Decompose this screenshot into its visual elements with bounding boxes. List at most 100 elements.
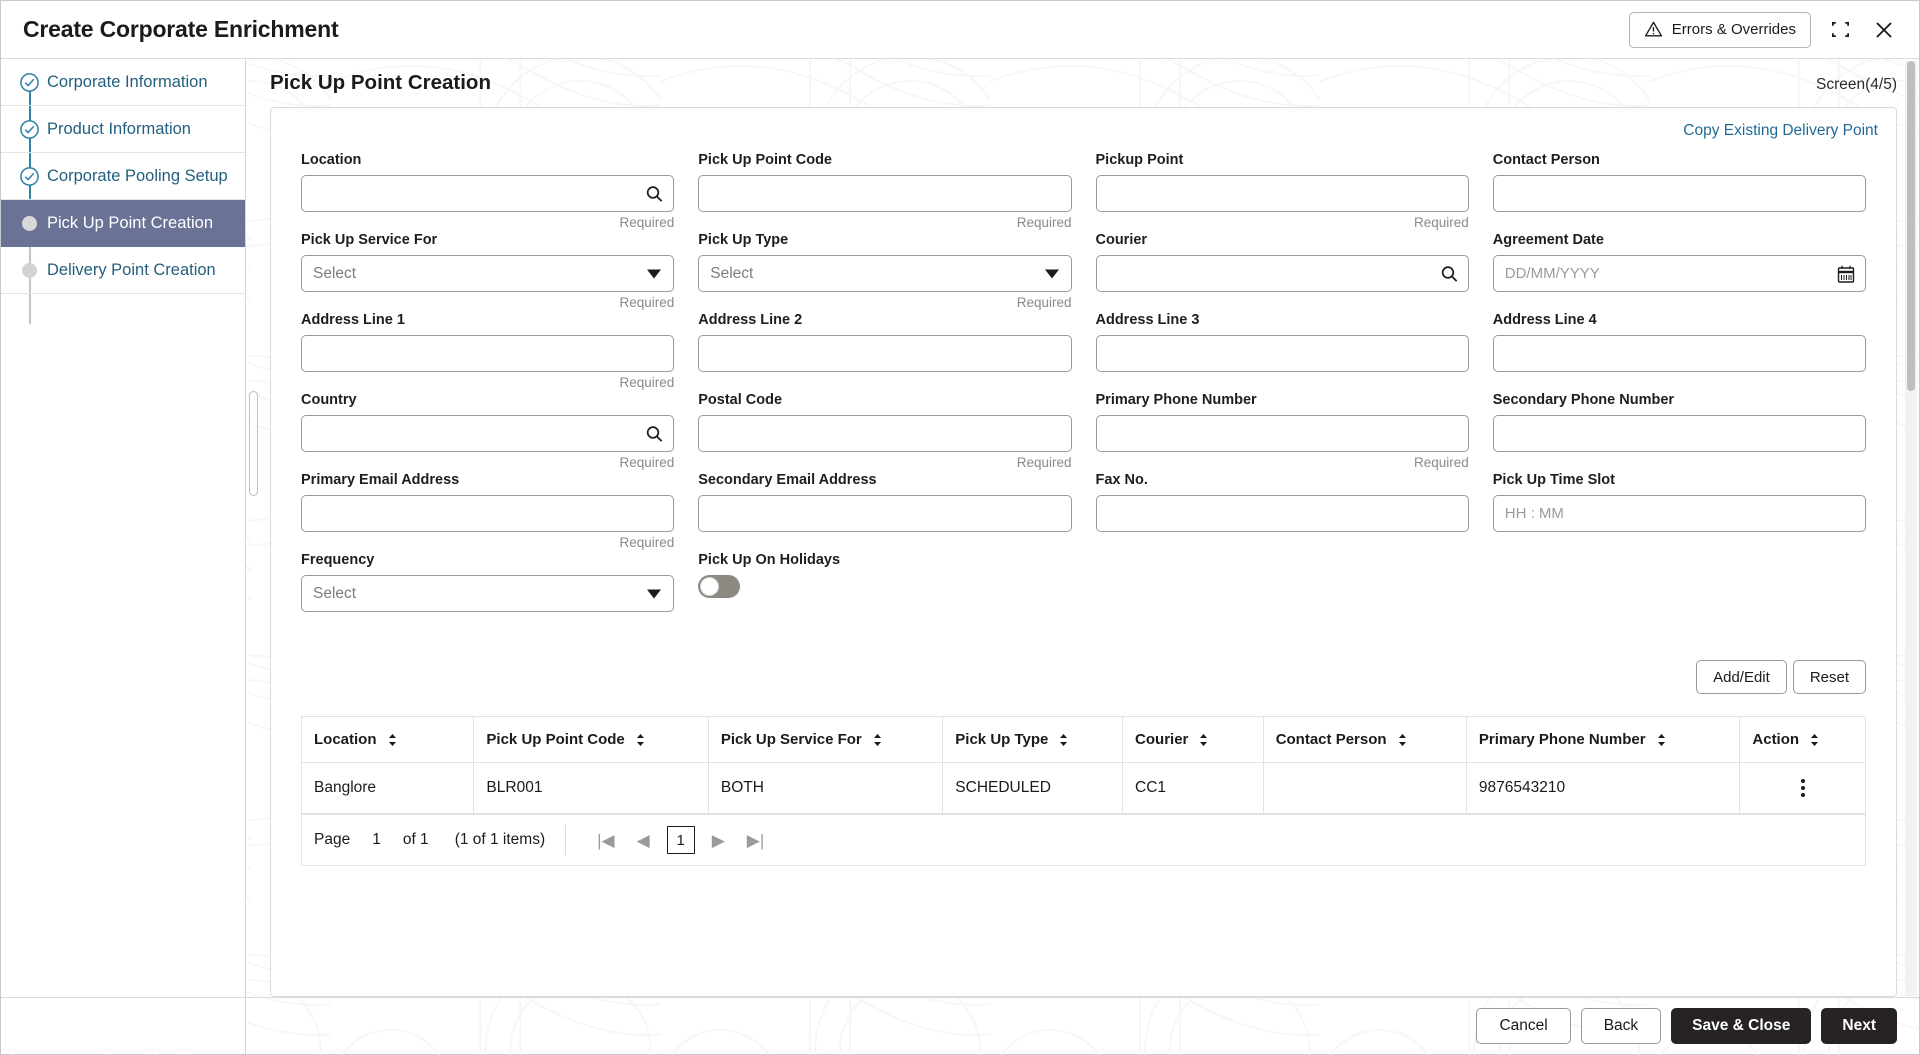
last-page-button[interactable]: ▶| bbox=[736, 832, 776, 849]
save-and-close-button[interactable]: Save & Close bbox=[1671, 1008, 1811, 1044]
sort-icon[interactable] bbox=[1058, 733, 1069, 747]
column-header-location[interactable]: Location bbox=[302, 717, 474, 763]
location-input[interactable] bbox=[302, 176, 673, 211]
contact-person-input[interactable] bbox=[1494, 176, 1865, 211]
sidebar-item-corporate-information[interactable]: Corporate Information bbox=[1, 59, 245, 106]
pick-up-service-for-select[interactable]: Select bbox=[301, 255, 674, 292]
pickup-point-input[interactable] bbox=[1097, 176, 1468, 211]
sort-icon[interactable] bbox=[872, 733, 883, 747]
field-label: Contact Person bbox=[1493, 152, 1866, 168]
reset-button[interactable]: Reset bbox=[1793, 660, 1866, 694]
secondary-email-address-input[interactable] bbox=[699, 496, 1070, 531]
errors-and-overrides-button[interactable]: Errors & Overrides bbox=[1629, 12, 1811, 48]
search-icon[interactable] bbox=[645, 424, 664, 443]
form-scrollbar[interactable] bbox=[249, 391, 258, 496]
primary-phone-number-input[interactable] bbox=[1097, 416, 1468, 451]
close-icon[interactable] bbox=[1869, 15, 1899, 45]
sidebar-item-label: Product Information bbox=[47, 120, 191, 139]
collapse-icon[interactable] bbox=[1825, 15, 1855, 45]
pick-up-type-select[interactable]: Select bbox=[698, 255, 1071, 292]
column-header-action[interactable]: Action bbox=[1740, 717, 1865, 763]
pick-up-time-slot-input[interactable] bbox=[1494, 496, 1865, 531]
required-hint: Required bbox=[698, 215, 1071, 232]
page-scrollbar[interactable] bbox=[1905, 61, 1917, 996]
frequency-select[interactable]: Select bbox=[301, 575, 674, 612]
column-header-pick-up-point-code[interactable]: Pick Up Point Code bbox=[474, 717, 708, 763]
pick-up-point-code-input[interactable] bbox=[699, 176, 1070, 211]
address-line-3-input[interactable] bbox=[1097, 336, 1468, 371]
sidebar-item-label: Pick Up Point Creation bbox=[47, 214, 213, 233]
chevron-down-icon[interactable] bbox=[647, 269, 661, 278]
back-button[interactable]: Back bbox=[1581, 1008, 1661, 1044]
cancel-button[interactable]: Cancel bbox=[1476, 1008, 1570, 1044]
pending-step-dot-icon bbox=[17, 258, 41, 282]
secondary-phone-number-input[interactable] bbox=[1494, 416, 1865, 451]
table-row[interactable]: Banglore BLR001 BOTH SCHEDULED CC1 98765… bbox=[302, 763, 1865, 814]
cell-location: Banglore bbox=[302, 763, 474, 814]
previous-page-button[interactable]: ◀ bbox=[626, 832, 661, 849]
address-line-1-input-wrap[interactable] bbox=[301, 335, 674, 372]
courier-input-wrap[interactable] bbox=[1096, 255, 1469, 292]
sort-icon[interactable] bbox=[635, 733, 646, 747]
first-page-button[interactable]: |◀ bbox=[586, 832, 626, 849]
secondary-email-address-input-wrap[interactable] bbox=[698, 495, 1071, 532]
sidebar-item-pick-up-point-creation[interactable]: Pick Up Point Creation bbox=[1, 200, 245, 247]
sort-icon[interactable] bbox=[1397, 733, 1408, 747]
cell-action[interactable] bbox=[1740, 763, 1865, 814]
search-icon[interactable] bbox=[645, 184, 664, 203]
contact-person-input-wrap[interactable] bbox=[1493, 175, 1866, 212]
courier-input[interactable] bbox=[1097, 256, 1468, 291]
row-menu-icon[interactable] bbox=[1793, 779, 1813, 797]
postal-code-input-wrap[interactable] bbox=[698, 415, 1071, 452]
table-header-row: Location Pick Up Point Code bbox=[302, 717, 1865, 763]
pickup-point-input-wrap[interactable] bbox=[1096, 175, 1469, 212]
agreement-date-input-wrap[interactable] bbox=[1493, 255, 1866, 292]
fax-no-input-wrap[interactable] bbox=[1096, 495, 1469, 532]
column-header-contact-person[interactable]: Contact Person bbox=[1263, 717, 1466, 763]
page-total: of 1 bbox=[403, 831, 429, 849]
address-line-4-input-wrap[interactable] bbox=[1493, 335, 1866, 372]
column-header-pick-up-service-for[interactable]: Pick Up Service For bbox=[708, 717, 942, 763]
sort-icon[interactable] bbox=[1656, 733, 1667, 747]
sort-icon[interactable] bbox=[387, 733, 398, 747]
current-page-button[interactable]: 1 bbox=[667, 826, 695, 854]
primary-email-address-input-wrap[interactable] bbox=[301, 495, 674, 532]
country-input-wrap[interactable] bbox=[301, 415, 674, 452]
address-line-2-input[interactable] bbox=[699, 336, 1070, 371]
agreement-date-input[interactable] bbox=[1494, 256, 1865, 291]
field-label: Secondary Phone Number bbox=[1493, 392, 1866, 408]
search-icon[interactable] bbox=[1440, 264, 1459, 283]
pick-up-on-holidays-toggle[interactable] bbox=[698, 575, 740, 598]
column-header-primary-phone-number[interactable]: Primary Phone Number bbox=[1466, 717, 1740, 763]
add-edit-button[interactable]: Add/Edit bbox=[1696, 660, 1787, 694]
address-line-1-input[interactable] bbox=[302, 336, 673, 371]
sidebar-item-delivery-point-creation[interactable]: Delivery Point Creation bbox=[1, 247, 245, 294]
column-header-pick-up-type[interactable]: Pick Up Type bbox=[943, 717, 1123, 763]
chevron-down-icon[interactable] bbox=[1045, 269, 1059, 278]
calendar-icon[interactable] bbox=[1836, 264, 1856, 284]
address-line-4-input[interactable] bbox=[1494, 336, 1865, 371]
column-header-courier[interactable]: Courier bbox=[1123, 717, 1264, 763]
next-page-button[interactable]: ▶ bbox=[701, 832, 736, 849]
sort-icon[interactable] bbox=[1809, 733, 1820, 747]
primary-phone-number-input-wrap[interactable] bbox=[1096, 415, 1469, 452]
pick-up-point-code-input-wrap[interactable] bbox=[698, 175, 1071, 212]
sort-icon[interactable] bbox=[1198, 733, 1209, 747]
pagination-bar: Page 1 of 1 (1 of 1 items) |◀ ◀ 1 ▶ ▶| bbox=[301, 815, 1866, 866]
location-input-wrap[interactable] bbox=[301, 175, 674, 212]
primary-email-address-input[interactable] bbox=[302, 496, 673, 531]
address-line-2-input-wrap[interactable] bbox=[698, 335, 1071, 372]
address-line-3-input-wrap[interactable] bbox=[1096, 335, 1469, 372]
sidebar-item-corporate-pooling-setup[interactable]: Corporate Pooling Setup bbox=[1, 153, 245, 200]
form-action-buttons: Add/Edit Reset bbox=[271, 660, 1896, 694]
spacer-cell bbox=[1481, 552, 1878, 632]
chevron-down-icon[interactable] bbox=[647, 589, 661, 598]
fax-no-input[interactable] bbox=[1097, 496, 1468, 531]
country-input[interactable] bbox=[302, 416, 673, 451]
pick-up-time-slot-input-wrap[interactable] bbox=[1493, 495, 1866, 532]
page-scrollbar-thumb[interactable] bbox=[1907, 61, 1915, 391]
secondary-phone-number-input-wrap[interactable] bbox=[1493, 415, 1866, 452]
sidebar-item-product-information[interactable]: Product Information bbox=[1, 106, 245, 153]
postal-code-input[interactable] bbox=[699, 416, 1070, 451]
next-button[interactable]: Next bbox=[1821, 1008, 1897, 1044]
